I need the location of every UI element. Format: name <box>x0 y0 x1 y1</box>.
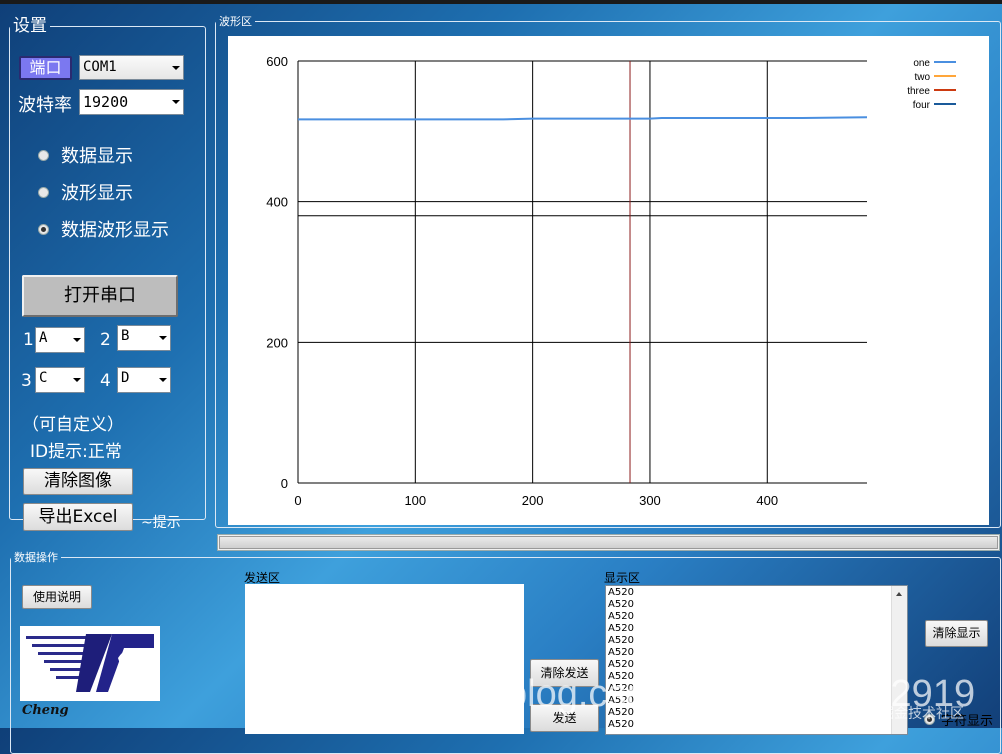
clear-image-label: 清除图像 <box>44 471 112 491</box>
open-port-label: 打开串口 <box>64 285 136 306</box>
channel-4-label: 4 <box>100 371 111 391</box>
open-port-button[interactable]: 打开串口 <box>22 275 178 317</box>
channel-1-label: 1 <box>23 330 34 350</box>
mode-radio-data[interactable]: 数据显示 <box>38 142 133 168</box>
channel-2-label: 2 <box>100 330 111 350</box>
y-tick-label: 200 <box>266 335 288 350</box>
display-line: A520 <box>608 659 634 670</box>
port-select-value: COM1 <box>83 59 117 75</box>
mode-radio-label: 数据显示 <box>61 146 133 167</box>
id-hint: ID提示:正常 <box>30 442 122 462</box>
channel-1-value: A <box>39 330 48 346</box>
radio-dot-icon <box>38 149 49 161</box>
port-button[interactable]: 端口 <box>19 56 72 80</box>
channel-1-select[interactable]: A <box>35 327 85 353</box>
data-ops-legend: 数据操作 <box>14 551 58 564</box>
x-tick-label: 0 <box>294 493 301 508</box>
logo-caption: Cheng <box>22 703 69 718</box>
x-tick-label: 100 <box>404 493 426 508</box>
logo-graphic <box>26 634 154 692</box>
port-select[interactable]: COM1 <box>79 55 184 80</box>
x-tick-label: 400 <box>756 493 778 508</box>
chevron-down-icon <box>159 336 167 340</box>
chevron-down-icon <box>172 100 180 104</box>
channel-3-value: C <box>39 370 48 386</box>
channel-2-select[interactable]: B <box>117 325 171 351</box>
y-tick-label: 600 <box>266 54 288 69</box>
radio-dot-icon <box>38 186 49 198</box>
channel-4-select[interactable]: D <box>117 367 171 393</box>
radio-dot-selected-icon <box>38 223 49 235</box>
mode-radio-wave[interactable]: 波形显示 <box>38 179 133 205</box>
y-tick-label: 400 <box>266 195 288 210</box>
series-one-line <box>298 116 868 121</box>
mode-radio-data-wave[interactable]: 数据波形显示 <box>38 216 169 242</box>
help-button[interactable]: 使用说明 <box>22 585 92 609</box>
mode-radio-label: 波形显示 <box>61 183 133 204</box>
footer-badge: @稀土掘金技术社区 <box>838 706 964 722</box>
scroll-up-icon[interactable] <box>896 592 902 596</box>
logo <box>20 626 160 701</box>
tip-label: ~提示 <box>141 515 181 531</box>
chart-scrollbar[interactable] <box>217 534 1000 551</box>
chevron-down-icon <box>172 65 180 70</box>
x-tick-label: 300 <box>639 493 661 508</box>
settings-legend: 设置 <box>13 16 47 36</box>
chevron-down-icon <box>73 338 81 342</box>
custom-note: （可自定义） <box>22 415 124 435</box>
channel-3-label: 3 <box>21 371 32 391</box>
display-area-label: 显示区 <box>604 571 641 585</box>
chart-panel: 0 100 200 300 400 0 200 400 600 one two three four <box>228 36 989 525</box>
display-line: A520 <box>608 623 634 634</box>
export-excel-label: 导出Excel <box>38 507 118 527</box>
clear-display-label: 清除显示 <box>932 626 981 640</box>
legend-label: four <box>913 100 931 111</box>
legend-label: three <box>907 86 930 97</box>
mode-radio-label: 数据波形显示 <box>61 220 169 241</box>
display-line: A520 <box>608 599 634 610</box>
export-excel-button[interactable]: 导出Excel <box>23 503 133 531</box>
send-textbox[interactable] <box>245 584 524 734</box>
clear-image-button[interactable]: 清除图像 <box>23 468 133 495</box>
display-line: A520 <box>608 611 634 622</box>
channel-4-value: D <box>121 370 130 386</box>
chevron-down-icon <box>73 378 81 382</box>
waveform-legend: 波形区 <box>219 15 252 28</box>
channel-3-select[interactable]: C <box>35 367 85 393</box>
legend-label: two <box>914 72 930 83</box>
display-line: A520 <box>608 635 634 646</box>
x-tick-label: 200 <box>522 493 544 508</box>
baud-select-value: 19200 <box>83 93 129 111</box>
baud-select[interactable]: 19200 <box>79 89 184 115</box>
help-button-label: 使用说明 <box>32 590 81 604</box>
baud-label: 波特率 <box>18 95 72 116</box>
waveform-chart: 0 100 200 300 400 0 200 400 600 one two three four <box>266 54 956 508</box>
display-line: A520 <box>608 587 634 598</box>
clear-display-button[interactable]: 清除显示 <box>925 620 988 647</box>
channel-2-value: B <box>121 328 130 344</box>
display-line: A520 <box>608 647 634 658</box>
port-button-label: 端口 <box>29 58 62 77</box>
window-top-strip <box>0 0 1002 4</box>
y-tick-label: 0 <box>281 476 288 491</box>
legend-label: one <box>913 58 930 69</box>
chevron-down-icon <box>159 378 167 382</box>
scrollbar-thumb[interactable] <box>219 536 998 549</box>
